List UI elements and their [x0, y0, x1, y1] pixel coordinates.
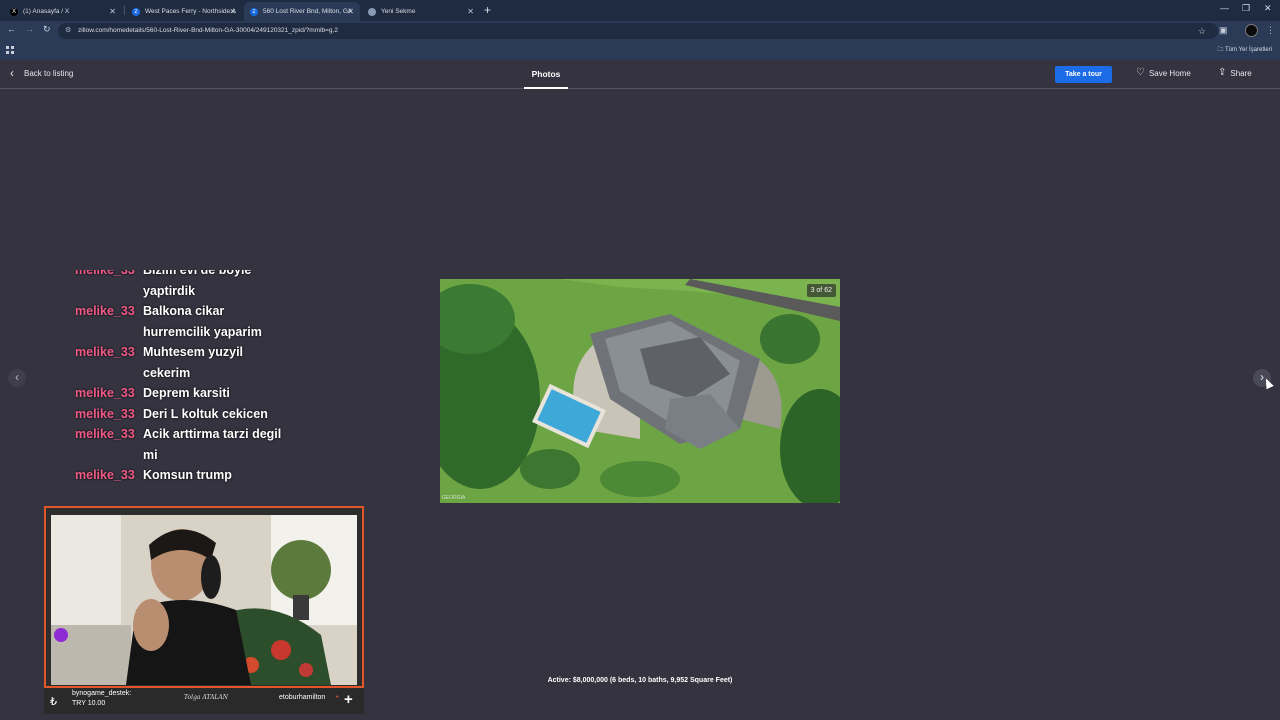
browser-menu-icon[interactable]: ⋮	[1266, 25, 1275, 36]
donor-name: bynogame_destek:	[72, 690, 132, 697]
plus-icon: +	[344, 691, 353, 708]
extensions-icon[interactable]: ▣	[1219, 25, 1228, 36]
site-info-icon[interactable]: ⚙	[65, 23, 71, 39]
url-text: zillow.com/homedetails/560-Lost-River-Bn…	[78, 27, 338, 34]
aerial-house-image	[440, 279, 840, 503]
share-button[interactable]: ⇪ Share	[1218, 68, 1252, 78]
bookmark-star-icon[interactable]: ☆	[1198, 23, 1206, 39]
tab-label: (1) Anasayfa / X	[23, 8, 70, 15]
zillow-icon: z	[250, 7, 258, 16]
tab-west-paces-ferry[interactable]: z West Paces Ferry - Northside A ✕	[126, 2, 242, 21]
chevron-left-icon: ‹	[10, 66, 14, 80]
chat-username: melike_33	[75, 427, 135, 441]
photo-counter: 3 of 62	[806, 284, 836, 297]
donation-signature: Tolga ATALAN	[184, 694, 228, 701]
chat-text: Komsun trump	[143, 468, 232, 482]
all-bookmarks-folder[interactable]: 🗀 Tüm Yer İşaretleri	[1217, 45, 1272, 55]
separator-dot: •	[336, 694, 339, 701]
close-icon[interactable]: ✕	[109, 7, 116, 16]
chat-message: melike_33 Acik arttirma tarzi degil mi	[75, 424, 305, 465]
tab-label: West Paces Ferry - Northside A	[145, 8, 236, 15]
chat-username: melike_33	[75, 386, 135, 400]
chat-text: Muhtesem yuzyil cekerim	[143, 345, 244, 380]
chat-text: Bizim evi de boyle yaptirdik	[143, 270, 252, 298]
streamer-webcam-image	[51, 515, 357, 685]
chat-message: melike_33 Balkona cikar hurremcilik yapa…	[75, 301, 305, 342]
mouse-cursor	[1262, 376, 1274, 390]
chat-message: melike_33 Deri L koltuk cekicen	[75, 404, 305, 425]
tab-yeni-sekme[interactable]: Yeni Sekme ✕	[362, 2, 480, 21]
apps-grid-icon[interactable]	[6, 46, 14, 54]
save-home-button[interactable]: ♡ Save Home	[1136, 68, 1191, 78]
chat-message: melike_33 Bizim evi de boyle yaptirdik	[75, 270, 305, 301]
chrome-icon	[368, 7, 376, 16]
tab-x-home[interactable]: X (1) Anasayfa / X ✕	[4, 2, 122, 21]
browser-tab-strip: X (1) Anasayfa / X ✕ z West Paces Ferry …	[0, 0, 1280, 21]
previous-photo-button[interactable]: ‹	[8, 369, 26, 387]
tab-label: 560 Lost River Bnd, Milton, GA	[263, 8, 353, 15]
chat-text: Balkona cikar hurremcilik yaparim	[143, 304, 262, 339]
chat-message: melike_33 Muhtesem yuzyil cekerim	[75, 342, 305, 383]
chat-username: melike_33	[75, 345, 135, 359]
folder-icon: 🗀	[1217, 47, 1225, 53]
streamer-handle: etoburhamilton	[279, 694, 326, 701]
x-logo-icon: X	[10, 7, 18, 16]
back-to-listing-link[interactable]: ‹ Back to listing	[10, 66, 74, 80]
chat-text: Acik arttirma tarzi degil mi	[143, 427, 282, 462]
share-icon: ⇪	[1218, 67, 1227, 78]
window-close-icon[interactable]: ✕	[1264, 3, 1272, 14]
zillow-icon: z	[132, 7, 140, 16]
reload-icon[interactable]: ↻	[43, 24, 51, 35]
donation-amount: TRY 10.00	[72, 700, 106, 707]
chevron-left-icon: ‹	[15, 370, 19, 384]
donation-alert: ₺ bynogame_destek: TRY 10.00 Tolga ATALA…	[44, 688, 364, 714]
tab-divider	[124, 6, 125, 15]
chat-username: melike_33	[75, 406, 135, 421]
bookmarks-bar: 🗀 Tüm Yer İşaretleri	[0, 41, 1280, 60]
close-icon[interactable]: ✕	[467, 7, 474, 16]
chat-message: melike_33 Deprem karsiti	[75, 383, 305, 404]
back-to-listing-label: Back to listing	[24, 68, 74, 78]
listing-photo[interactable]: 3 of 62 GEORGIA	[440, 279, 840, 503]
tab-photos[interactable]: Photos	[524, 60, 568, 89]
save-home-label: Save Home	[1148, 68, 1191, 78]
chat-username: melike_33	[75, 468, 135, 482]
chat-message: melike_33 Komsun trump	[75, 465, 305, 486]
close-icon[interactable]: ✕	[229, 7, 236, 16]
donation-icon: ₺	[50, 696, 57, 708]
chat-username: melike_33	[75, 270, 135, 277]
chat-text: Deprem karsiti	[143, 386, 230, 400]
tab-560-lost-river[interactable]: z 560 Lost River Bnd, Milton, GA ✕	[244, 2, 360, 21]
chat-message-list: melike_33 Bizim evi de boyle yaptirdik m…	[75, 270, 305, 486]
address-bar[interactable]: ⚙ zillow.com/homedetails/560-Lost-River-…	[58, 23, 1218, 39]
all-bookmarks-label: Tüm Yer İşaretleri	[1224, 47, 1272, 53]
chat-text: Deri L koltuk cekicen	[143, 406, 268, 421]
new-tab-button[interactable]: +	[484, 3, 491, 17]
close-icon[interactable]: ✕	[347, 7, 354, 16]
chat-username: melike_33	[75, 304, 135, 318]
profile-avatar[interactable]	[1245, 24, 1258, 37]
take-a-tour-button[interactable]: Take a tour	[1055, 66, 1112, 83]
browser-toolbar: ← → ↻ ⚙ zillow.com/homedetails/560-Lost-…	[0, 21, 1280, 41]
share-label: Share	[1230, 68, 1252, 78]
minimize-icon[interactable]: —	[1220, 3, 1229, 13]
back-arrow-icon[interactable]: ←	[7, 24, 16, 34]
webcam-overlay	[44, 506, 364, 688]
photo-watermark: GEORGIA	[442, 495, 466, 501]
forward-arrow-icon[interactable]: →	[25, 24, 34, 34]
stream-chat-overlay: melike_33 Bizim evi de boyle yaptirdik m…	[75, 270, 305, 502]
heart-icon: ♡	[1136, 67, 1145, 78]
webcam-video	[51, 515, 357, 685]
photo-viewer-header: ‹ Back to listing Photos Take a tour ♡ S…	[0, 60, 1280, 89]
tab-label: Yeni Sekme	[381, 8, 416, 15]
restore-icon[interactable]: ❐	[1242, 3, 1250, 14]
